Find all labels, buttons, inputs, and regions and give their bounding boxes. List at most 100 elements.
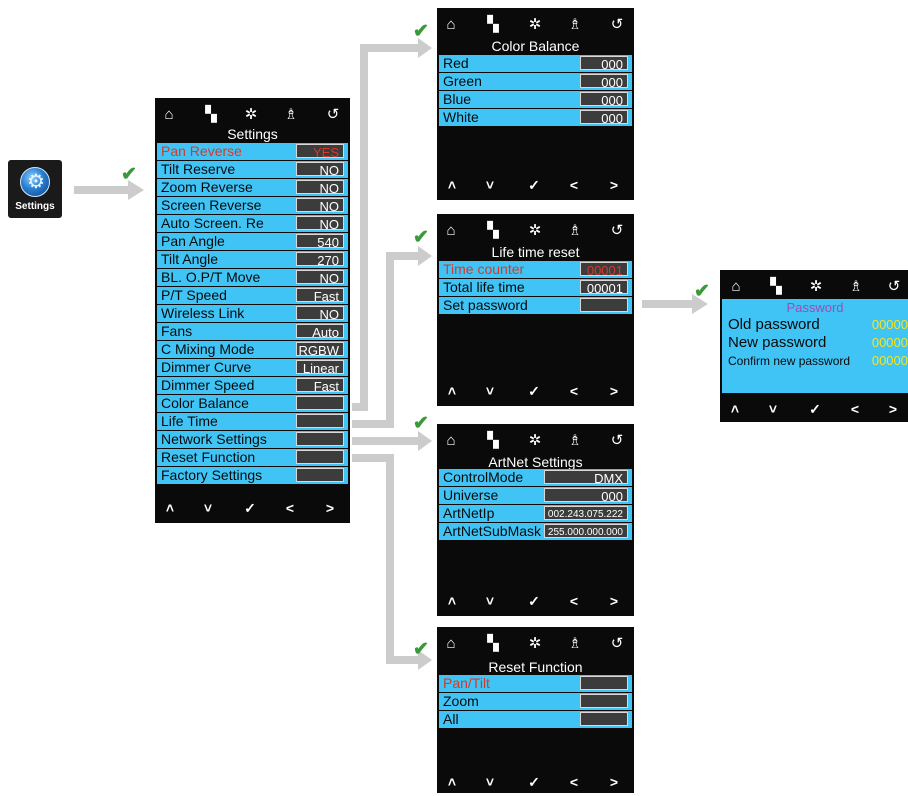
up-icon[interactable]: ˄ <box>724 400 746 418</box>
menu-row[interactable]: Auto Screen. Re NO <box>157 215 348 232</box>
menu-row[interactable]: Reset Function <box>157 449 348 466</box>
right-icon[interactable]: > <box>882 400 904 418</box>
menu-row-value[interactable]: Linear <box>296 360 344 376</box>
menu-row[interactable]: White 000 <box>439 109 632 126</box>
new-password-value[interactable]: 00000 <box>872 334 908 352</box>
down-icon[interactable]: ˅ <box>479 592 501 610</box>
menu-row[interactable]: Color Balance <box>157 395 348 412</box>
menu-row-value[interactable]: Fast <box>296 378 344 394</box>
network-icon[interactable]: ♗ <box>279 104 303 126</box>
menu-row[interactable]: Factory Settings <box>157 467 348 484</box>
down-icon[interactable]: ˅ <box>479 773 501 791</box>
ok-icon[interactable]: ✓ <box>523 773 545 791</box>
menu-row-value[interactable]: NO <box>296 180 344 196</box>
network-icon[interactable]: ♗ <box>563 220 587 242</box>
mode-icon[interactable]: ▚ <box>481 430 505 452</box>
back-icon[interactable]: ↺ <box>605 14 629 36</box>
menu-row[interactable]: Fans Auto <box>157 323 348 340</box>
menu-row-value[interactable]: NO <box>296 306 344 322</box>
menu-row-value[interactable] <box>580 694 628 708</box>
menu-row-value[interactable]: Auto <box>296 324 344 340</box>
mode-icon[interactable]: ▚ <box>481 633 505 655</box>
menu-row[interactable]: Screen Reverse NO <box>157 197 348 214</box>
menu-row-value[interactable] <box>296 396 344 410</box>
back-icon[interactable]: ↺ <box>605 633 629 655</box>
back-icon[interactable]: ↺ <box>605 220 629 242</box>
menu-row-value[interactable]: 00001 <box>580 262 628 278</box>
effect-icon[interactable]: ✲ <box>523 220 547 242</box>
effect-icon[interactable]: ✲ <box>239 104 263 126</box>
menu-row-value[interactable] <box>296 468 344 482</box>
effect-icon[interactable]: ✲ <box>523 14 547 36</box>
menu-row-value[interactable]: 540 <box>296 234 344 250</box>
left-icon[interactable]: < <box>563 773 585 791</box>
menu-row[interactable]: Time counter 00001 <box>439 261 632 278</box>
home-icon[interactable]: ⌂ <box>439 430 463 452</box>
network-icon[interactable]: ♗ <box>563 14 587 36</box>
menu-row-value[interactable]: NO <box>296 162 344 178</box>
menu-row[interactable]: Dimmer Speed Fast <box>157 377 348 394</box>
effect-icon[interactable]: ✲ <box>804 276 828 298</box>
mode-icon[interactable]: ▚ <box>481 14 505 36</box>
menu-row[interactable]: Pan Reverse YES <box>157 143 348 160</box>
right-icon[interactable]: > <box>603 176 625 194</box>
ok-icon[interactable]: ✓ <box>523 176 545 194</box>
menu-row[interactable]: BL. O.P/T Move NO <box>157 269 348 286</box>
menu-row[interactable]: Life Time <box>157 413 348 430</box>
menu-row[interactable]: Wireless Link NO <box>157 305 348 322</box>
menu-row[interactable]: Dimmer Curve Linear <box>157 359 348 376</box>
network-icon[interactable]: ♗ <box>563 633 587 655</box>
menu-row[interactable]: ControlMode DMX <box>439 469 632 486</box>
down-icon[interactable]: ˅ <box>479 382 501 400</box>
back-icon[interactable]: ↺ <box>605 430 629 452</box>
effect-icon[interactable]: ✲ <box>523 430 547 452</box>
menu-row-value[interactable] <box>580 712 628 726</box>
menu-row-value[interactable]: 002.243.075.222 <box>544 506 628 520</box>
confirm-password-row[interactable]: Confirm new password 00000 <box>728 352 908 370</box>
home-icon[interactable]: ⌂ <box>157 104 181 126</box>
right-icon[interactable]: > <box>603 592 625 610</box>
up-icon[interactable]: ˄ <box>441 773 463 791</box>
menu-row-value[interactable]: NO <box>296 198 344 214</box>
right-icon[interactable]: > <box>603 773 625 791</box>
network-icon[interactable]: ♗ <box>844 276 868 298</box>
menu-row-value[interactable]: 270 <box>296 252 344 268</box>
menu-row[interactable]: Universe 000 <box>439 487 632 504</box>
menu-row[interactable]: Blue 000 <box>439 91 632 108</box>
menu-row[interactable]: Pan Angle 540 <box>157 233 348 250</box>
menu-row-value[interactable]: Fast <box>296 288 344 304</box>
menu-row[interactable]: Pan/Tilt <box>439 675 632 692</box>
left-icon[interactable]: < <box>563 592 585 610</box>
left-icon[interactable]: < <box>844 400 866 418</box>
right-icon[interactable]: > <box>319 499 341 517</box>
home-icon[interactable]: ⌂ <box>439 220 463 242</box>
back-icon[interactable]: ↺ <box>882 276 906 298</box>
menu-row-value[interactable]: 255.000.000.000 <box>544 524 628 538</box>
menu-row-value[interactable] <box>580 298 628 312</box>
menu-row[interactable]: P/T Speed Fast <box>157 287 348 304</box>
menu-row[interactable]: Green 000 <box>439 73 632 90</box>
down-icon[interactable]: ˅ <box>762 400 784 418</box>
home-icon[interactable]: ⌂ <box>439 14 463 36</box>
up-icon[interactable]: ˄ <box>441 382 463 400</box>
ok-icon[interactable]: ✓ <box>523 382 545 400</box>
left-icon[interactable]: < <box>563 176 585 194</box>
old-password-value[interactable]: 00000 <box>872 316 908 334</box>
down-icon[interactable]: ˅ <box>197 499 219 517</box>
mode-icon[interactable]: ▚ <box>764 276 788 298</box>
menu-row[interactable]: Network Settings <box>157 431 348 448</box>
menu-row-value[interactable]: RGBW <box>296 342 344 358</box>
menu-row[interactable]: Tilt Reserve NO <box>157 161 348 178</box>
menu-row-value[interactable]: 000 <box>580 92 628 108</box>
menu-row-value[interactable] <box>296 432 344 446</box>
menu-row-value[interactable]: DMX <box>544 470 628 486</box>
ok-icon[interactable]: ✓ <box>523 592 545 610</box>
menu-row-value[interactable] <box>296 450 344 464</box>
right-icon[interactable]: > <box>603 382 625 400</box>
up-icon[interactable]: ˄ <box>159 499 181 517</box>
menu-row[interactable]: All <box>439 711 632 728</box>
menu-row[interactable]: Set password <box>439 297 632 314</box>
up-icon[interactable]: ˄ <box>441 592 463 610</box>
menu-row[interactable]: ArtNetIp 002.243.075.222 <box>439 505 632 522</box>
confirm-password-value[interactable]: 00000 <box>872 352 908 370</box>
